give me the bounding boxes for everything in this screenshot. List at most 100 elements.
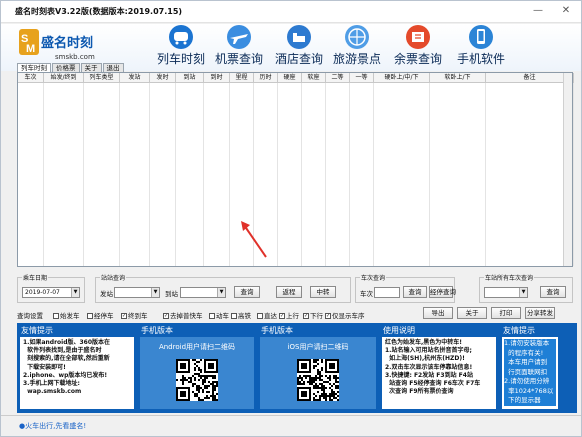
checkbox-icon[interactable]: ✓ [279,313,285,319]
checkbox-icon[interactable]: ✓ [325,313,331,319]
column-header[interactable]: 软座 [302,73,326,83]
vertical-scrollbar[interactable] [563,73,572,266]
filter-label: 始发车 [60,312,80,320]
share-button[interactable]: 分享转发 [525,307,555,319]
transfer-button[interactable]: 中转 [310,286,336,298]
filter-label: 下行 [310,312,323,320]
filter-label: 终到车 [128,312,148,320]
sm-logo-icon: S M [19,29,39,55]
filter-checkbox[interactable]: 经停车 [87,310,114,320]
column-header[interactable]: 列车类型 [84,73,120,83]
status-text: ●火车出行,先看盛名! [19,422,87,430]
train-icon [169,25,193,49]
close-button[interactable]: ✕ [557,4,575,18]
export-button[interactable]: 导出 [423,307,453,319]
column-header[interactable]: 到时 [204,73,230,83]
to-station-input[interactable]: ▼ [180,287,226,298]
checkbox-icon[interactable]: ✓ [303,313,309,319]
feature-train-timetable[interactable]: 列车时刻 [151,24,211,71]
column-header[interactable]: 软卧上/下 [430,73,486,83]
column-header[interactable]: 里程 [230,73,254,83]
stops-query-button[interactable]: 经停查询 [429,286,456,298]
checkbox-icon[interactable] [209,313,215,319]
filter-label: 直达 [264,312,277,320]
column-guide [326,83,350,266]
column-guide [374,83,430,266]
station-query-group: 站站查询 发站 ▼ 到站 ▼ 查询 返程 中转 [95,273,351,303]
station-query-button[interactable]: 查询 [234,286,260,298]
column-guide [350,83,374,266]
return-trip-button[interactable]: 返程 [276,286,302,298]
column-guide [44,83,84,266]
feature-flight-query[interactable]: 机票查询 [209,24,269,71]
column-header[interactable]: 备注 [486,73,574,83]
filter-settings-label: 查询设置 [17,312,43,320]
column-header[interactable]: 车次 [18,73,44,83]
checkbox-icon[interactable]: ✓ [121,313,127,319]
from-station-input[interactable]: ▼ [114,287,160,298]
filter-checkbox[interactable]: 始发车 [53,310,80,320]
train-query-group: 车次查询 车次 查询 经停查询 [355,273,456,303]
date-picker[interactable]: 2019-07-07 ▼ [22,287,80,298]
notice-panel: 友情提示 1.请勿安装版本 的程序有关! 本车用户请到 行页面联网扣 2.请勿使… [499,323,561,413]
svg-text:M: M [26,43,35,55]
column-header[interactable]: 发时 [150,73,176,83]
column-guide [430,83,486,266]
filter-checkbox[interactable]: ✓ 终到车 [121,310,148,320]
filter-checkbox[interactable]: 直达 [257,310,277,320]
column-header[interactable]: 二等 [326,73,350,83]
checkbox-icon[interactable] [53,313,59,319]
column-header[interactable]: 一等 [350,73,374,83]
train-query-button[interactable]: 查询 [403,286,427,298]
panel-body: 1.请勿安装版本 的程序有关! 本车用户请到 行页面联网扣 2.请勿使用分辨 率… [502,337,558,409]
checkbox-icon[interactable]: ✓ [163,313,169,319]
filter-checkbox[interactable]: ✓ 上行 [279,310,299,320]
filter-checkbox[interactable]: ✓ 仅显示车序 [325,310,365,320]
column-header[interactable]: 发站 [120,73,150,83]
hotel-icon [287,25,311,49]
feature-hotel-query[interactable]: 酒店查询 [269,24,329,71]
timetable-grid[interactable]: 车次 始发/终到 列车类型 发站 发时 到站 到时 里程 历时 硬座 软座 二等 一等 硬卧上/中/下 软卧… [17,72,574,267]
phone-icon [469,25,493,49]
android-qr-code [176,359,218,401]
info-panels: 友情提示 1.如果android版、360版本在 软件列表找到,是由于盛名时 刻… [17,323,577,413]
column-guide [18,83,44,266]
train-number-input[interactable] [374,287,400,298]
panel-body: Android用户请扫二维码 [140,337,254,409]
train-number-label: 车次 [360,290,373,298]
column-guide [176,83,204,266]
print-button[interactable]: 打印 [491,307,521,319]
title-bar: 盛名时刻表V3.22版(数据版本:2019.07.15) — ✕ [1,1,581,23]
filter-label: 高铁 [238,312,251,320]
chevron-down-icon[interactable]: ▼ [217,288,225,297]
chevron-down-icon[interactable]: ▼ [71,288,79,297]
feature-tourist-spots[interactable]: 旅游景点 [327,24,387,71]
checkbox-icon[interactable] [257,313,263,319]
column-guide [120,83,150,266]
feature-label: 酒店查询 [274,52,323,66]
filter-checkbox[interactable]: ✓ 下行 [303,310,323,320]
column-header[interactable]: 到站 [176,73,204,83]
filter-checkbox[interactable]: 高铁 [231,310,251,320]
app-window: 盛名时刻表V3.22版(数据版本:2019.07.15) — ✕ S M 盛名时… [0,0,582,437]
column-header[interactable]: 始发/终到 [44,73,84,83]
filter-checkbox[interactable]: 动车 [209,310,229,320]
minimize-button[interactable]: — [529,4,547,18]
checkbox-icon[interactable] [231,313,237,319]
filter-checkbox[interactable]: ✓ 去掉普快车 [163,310,203,320]
station-legend: 站站查询 [100,273,127,282]
about-button[interactable]: 关于 [457,307,487,319]
column-header[interactable]: 硬座 [278,73,302,83]
feature-mobile-app[interactable]: 手机软件 [451,24,511,71]
column-header[interactable]: 历时 [254,73,278,83]
station-trains-query-button[interactable]: 查询 [540,286,566,298]
from-station-label: 发站 [100,290,113,298]
station-trains-input[interactable]: ▼ [484,287,528,298]
column-guide [84,83,120,266]
column-header[interactable]: 硬卧上/中/下 [374,73,430,83]
chevron-down-icon[interactable]: ▼ [151,288,159,297]
feature-ticket-query[interactable]: 余票查询 [388,24,448,71]
globe-icon [345,25,369,49]
chevron-down-icon[interactable]: ▼ [519,288,527,297]
checkbox-icon[interactable] [87,313,93,319]
